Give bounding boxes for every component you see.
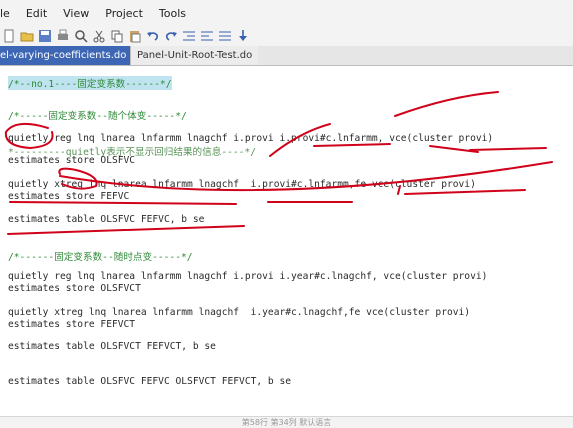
code-editor[interactable]: /*--no.1----固定变系数------*/ /*-----固定变系数--…	[0, 66, 573, 416]
code-line: estimates store FEFVC	[8, 191, 130, 202]
do-icon[interactable]	[236, 29, 250, 43]
ink-underline-provi	[313, 143, 391, 147]
ink-underline-fe	[404, 189, 526, 195]
menu-file[interactable]: le	[0, 7, 18, 20]
redo-icon[interactable]	[164, 29, 178, 43]
execute-icon[interactable]	[218, 29, 232, 43]
menu-view[interactable]: View	[55, 7, 97, 20]
paste-icon[interactable]	[128, 29, 142, 43]
ink-underline-vce	[429, 145, 479, 153]
code-line: quietly reg lnq lnarea lnfarmm lnagchf i…	[8, 133, 494, 144]
code-line: /*------固定变系数--随时点变-----*/	[8, 252, 193, 263]
print-icon[interactable]	[56, 29, 70, 43]
cut-icon[interactable]	[92, 29, 106, 43]
menu-bar: le Edit View Project Tools	[0, 0, 573, 26]
tab-bar: el-varying-coefficients.do Panel-Unit-Ro…	[0, 46, 573, 66]
menu-tools[interactable]: Tools	[151, 7, 194, 20]
save-icon[interactable]	[38, 29, 52, 43]
ink-arc	[394, 91, 499, 117]
open-icon[interactable]	[20, 29, 34, 43]
status-bar: 第58行 第34列 默认语言	[0, 416, 573, 428]
indent-icon[interactable]	[182, 29, 196, 43]
ink-underline-table	[7, 225, 245, 235]
undo-icon[interactable]	[146, 29, 160, 43]
copy-icon[interactable]	[110, 29, 124, 43]
code-line: estimates table OLSFVC FEFVC, b se	[8, 214, 205, 225]
tab-varying-coefficients[interactable]: el-varying-coefficients.do	[0, 46, 130, 65]
code-line: estimates store OLSFVC	[8, 155, 136, 166]
menu-edit[interactable]: Edit	[18, 7, 55, 20]
code-line: quietly xtreg lnq lnarea lnfarmm lnagchf…	[8, 307, 471, 318]
status-text: 第58行 第34列 默认语言	[241, 418, 332, 427]
code-line: quietly xtreg lnq lnarea lnfarmm lnagchf…	[8, 179, 476, 190]
code-line: estimates store FEFVCT	[8, 319, 136, 330]
code-line: quietly reg lnq lnarea lnfarmm lnagchf i…	[8, 271, 488, 282]
tab-panel-unit-root-test[interactable]: Panel-Unit-Root-Test.do	[130, 46, 259, 65]
ink-underline-fefvc	[9, 201, 237, 205]
menu-project[interactable]: Project	[97, 7, 151, 20]
find-icon[interactable]	[74, 29, 88, 43]
toolbar	[0, 26, 573, 46]
code-line: estimates table OLSFVC FEFVC OLSFVCT FEF…	[8, 376, 292, 387]
code-line: estimates table OLSFVCT FEFVCT, b se	[8, 341, 216, 352]
code-line: estimates store OLSFVCT	[8, 283, 141, 294]
new-file-icon[interactable]	[2, 29, 16, 43]
code-line: /*--no.1----固定变系数------*/	[8, 76, 172, 90]
ink-underline-cluster	[469, 147, 547, 151]
code-line: /*-----固定变系数--随个体变-----*/	[8, 111, 187, 122]
outdent-icon[interactable]	[200, 29, 214, 43]
